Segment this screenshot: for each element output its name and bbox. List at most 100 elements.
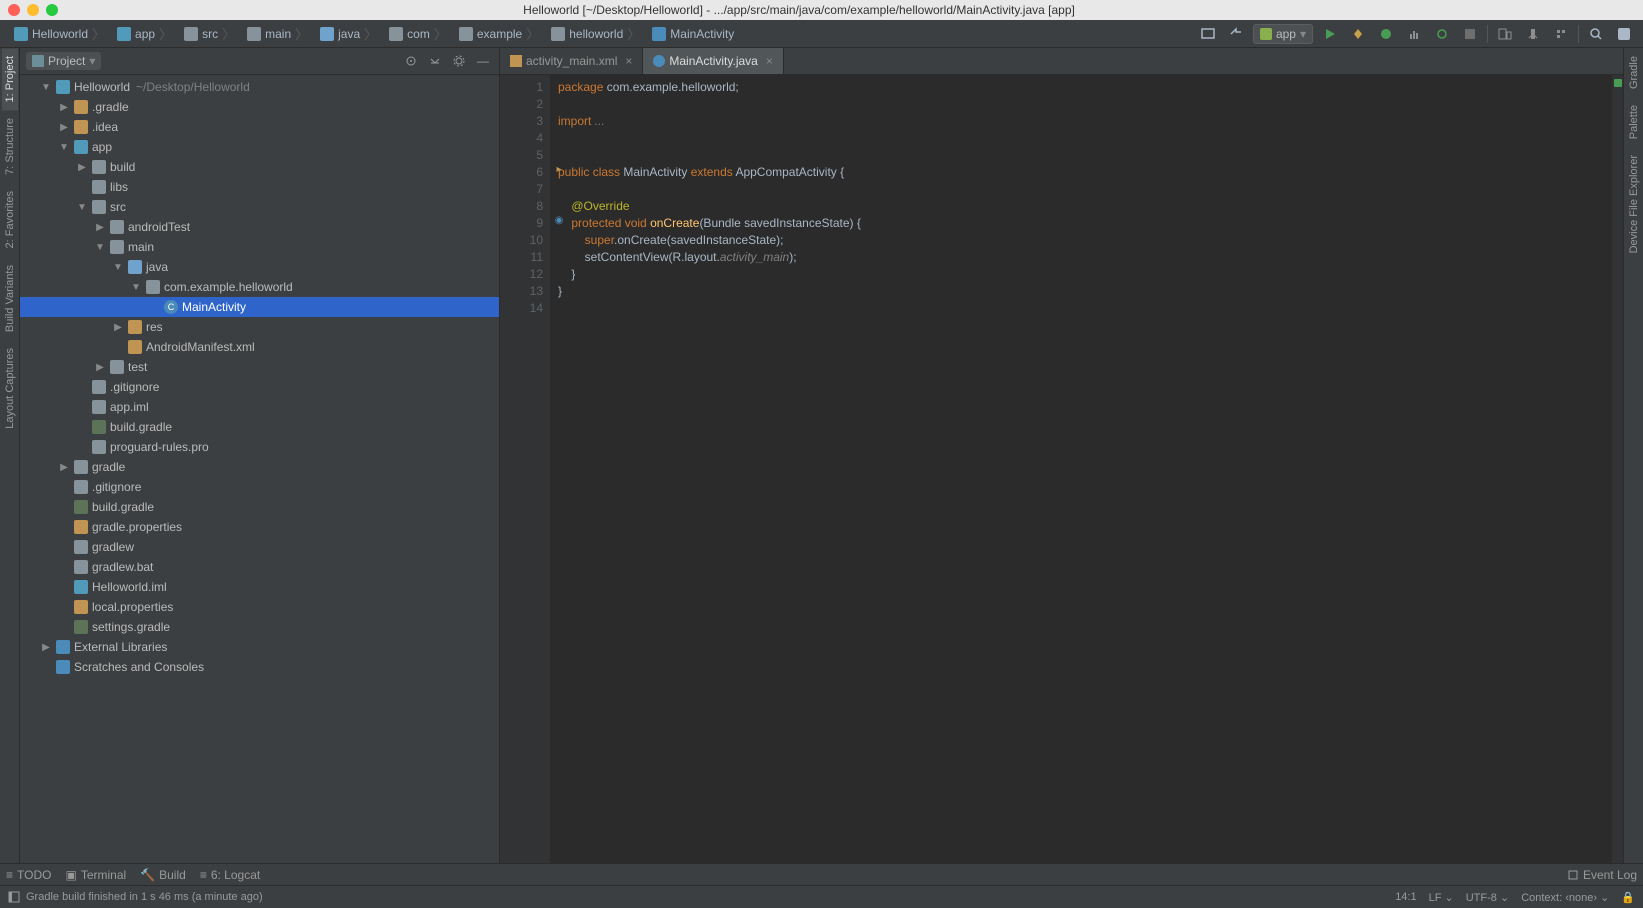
- tree-row[interactable]: ▶.idea: [20, 117, 499, 137]
- tree-row[interactable]: .gitignore: [20, 477, 499, 497]
- tree-row[interactable]: gradlew: [20, 537, 499, 557]
- tree-row[interactable]: app.iml: [20, 397, 499, 417]
- tree-row[interactable]: ▶res: [20, 317, 499, 337]
- tree-row[interactable]: Scratches and Consoles: [20, 657, 499, 677]
- rail-tab[interactable]: 7: Structure: [2, 110, 18, 183]
- breadcrumb-item[interactable]: MainActivity: [646, 27, 744, 41]
- run-config-selector[interactable]: app ▾: [1253, 24, 1313, 44]
- tree-row[interactable]: ▶androidTest: [20, 217, 499, 237]
- rail-tab[interactable]: Device File Explorer: [1626, 147, 1642, 261]
- gear-icon[interactable]: [449, 51, 469, 71]
- tree-row[interactable]: build.gradle: [20, 497, 499, 517]
- event-log-button[interactable]: Event Log: [1567, 868, 1637, 882]
- tree-row[interactable]: gradle.properties: [20, 517, 499, 537]
- breadcrumb-item[interactable]: Helloworld: [8, 24, 111, 43]
- debug-button[interactable]: [1375, 23, 1397, 45]
- tree-row[interactable]: build.gradle: [20, 417, 499, 437]
- tree-row[interactable]: CMainActivity: [20, 297, 499, 317]
- tree-row[interactable]: ▶External Libraries: [20, 637, 499, 657]
- hide-sidebar-button[interactable]: —: [473, 51, 493, 71]
- tree-row[interactable]: proguard-rules.pro: [20, 437, 499, 457]
- breadcrumb-item[interactable]: com: [383, 24, 453, 43]
- tree-row[interactable]: ▼java: [20, 257, 499, 277]
- rail-tab[interactable]: Gradle: [1626, 48, 1642, 97]
- project-tree[interactable]: ▼Helloworld~/Desktop/Helloworld▶.gradle▶…: [20, 75, 499, 863]
- collapse-all-button[interactable]: [425, 51, 445, 71]
- breadcrumb-item[interactable]: java: [314, 24, 383, 43]
- tree-row[interactable]: local.properties: [20, 597, 499, 617]
- locate-button[interactable]: [401, 51, 421, 71]
- context-selector[interactable]: Context: ‹none› ⌄: [1521, 891, 1609, 904]
- sync-icon[interactable]: [1225, 23, 1247, 45]
- tree-row[interactable]: libs: [20, 177, 499, 197]
- android-icon: [1260, 28, 1272, 40]
- editor-marker-rail[interactable]: [1611, 75, 1623, 863]
- window-layout-icon[interactable]: [8, 891, 20, 903]
- rail-tab[interactable]: 2: Favorites: [2, 183, 18, 256]
- tree-row[interactable]: settings.gradle: [20, 617, 499, 637]
- tree-row[interactable]: ▶test: [20, 357, 499, 377]
- attach-debugger-button[interactable]: [1431, 23, 1453, 45]
- bottom-tool-tab[interactable]: ▣Terminal: [65, 868, 126, 882]
- rail-tab[interactable]: 1: Project: [2, 48, 18, 110]
- tree-row[interactable]: ▼Helloworld~/Desktop/Helloworld: [20, 77, 499, 97]
- close-tab-icon[interactable]: ×: [766, 54, 773, 68]
- tree-row[interactable]: ▶gradle: [20, 457, 499, 477]
- settings-button[interactable]: [1613, 23, 1635, 45]
- zoom-window-button[interactable]: [46, 4, 58, 16]
- tree-row[interactable]: AndroidManifest.xml: [20, 337, 499, 357]
- line-gutter[interactable]: 1234567891011121314: [500, 75, 550, 863]
- profile-button[interactable]: [1403, 23, 1425, 45]
- breadcrumb-item[interactable]: main: [241, 24, 314, 43]
- line-separator[interactable]: LF ⌄: [1429, 891, 1454, 904]
- close-window-button[interactable]: [8, 4, 20, 16]
- rail-tab[interactable]: Layout Captures: [2, 340, 18, 437]
- close-tab-icon[interactable]: ×: [625, 54, 632, 68]
- right-tool-rail: GradlePaletteDevice File Explorer: [1623, 48, 1643, 863]
- bottom-tool-tab[interactable]: ≡6: Logcat: [200, 868, 260, 882]
- editor-tab[interactable]: MainActivity.java×: [643, 48, 784, 74]
- gutter-icons: ▸◉: [550, 79, 568, 317]
- left-tool-rail: 1: Project7: Structure2: FavoritesBuild …: [0, 48, 20, 863]
- minimize-window-button[interactable]: [27, 4, 39, 16]
- lock-icon[interactable]: 🔒: [1621, 891, 1635, 904]
- file-encoding[interactable]: UTF-8 ⌄: [1466, 891, 1509, 904]
- breadcrumb-item[interactable]: src: [178, 24, 241, 43]
- sidebar-header: Project ▾ —: [20, 48, 499, 75]
- breadcrumb-item[interactable]: app: [111, 24, 178, 43]
- sdk-manager-button[interactable]: [1522, 23, 1544, 45]
- status-bar: Gradle build finished in 1 s 46 ms (a mi…: [0, 885, 1643, 908]
- chevron-down-icon: ▾: [89, 54, 95, 68]
- run-config-label: app: [1276, 27, 1296, 41]
- tree-row[interactable]: .gitignore: [20, 377, 499, 397]
- tree-row[interactable]: ▼main: [20, 237, 499, 257]
- sidebar-view-selector[interactable]: Project ▾: [26, 52, 101, 70]
- cursor-position[interactable]: 14:1: [1395, 891, 1416, 904]
- structure-button[interactable]: [1550, 23, 1572, 45]
- editor-tab[interactable]: activity_main.xml×: [500, 48, 643, 74]
- cast-icon[interactable]: [1197, 23, 1219, 45]
- tree-row[interactable]: ▼com.example.helloworld: [20, 277, 499, 297]
- rail-tab[interactable]: Palette: [1626, 97, 1642, 147]
- breadcrumb-item[interactable]: example: [453, 24, 545, 43]
- apply-changes-button[interactable]: [1347, 23, 1369, 45]
- bottom-tool-tab[interactable]: 🔨Build: [140, 868, 186, 882]
- code-editor[interactable]: 1234567891011121314 ▸◉ package com.examp…: [500, 75, 1623, 863]
- tree-row[interactable]: ▼app: [20, 137, 499, 157]
- avd-manager-button[interactable]: [1494, 23, 1516, 45]
- tree-row[interactable]: ▶.gradle: [20, 97, 499, 117]
- search-everywhere-button[interactable]: [1585, 23, 1607, 45]
- tree-row[interactable]: gradlew.bat: [20, 557, 499, 577]
- bottom-tool-tab[interactable]: ≡TODO: [6, 868, 51, 882]
- breadcrumb-item[interactable]: helloworld: [545, 24, 646, 43]
- status-message: Gradle build finished in 1 s 46 ms (a mi…: [26, 891, 263, 903]
- breadcrumb-bar: Helloworldappsrcmainjavacomexamplehellow…: [0, 20, 1643, 48]
- rail-tab[interactable]: Build Variants: [2, 257, 18, 340]
- code-content[interactable]: package com.example.helloworld; import .…: [550, 75, 1611, 863]
- tree-row[interactable]: Helloworld.iml: [20, 577, 499, 597]
- tree-row[interactable]: ▶build: [20, 157, 499, 177]
- stop-button[interactable]: [1459, 23, 1481, 45]
- run-button[interactable]: [1319, 23, 1341, 45]
- macos-titlebar: Helloworld [~/Desktop/Helloworld] - .../…: [0, 0, 1643, 20]
- tree-row[interactable]: ▼src: [20, 197, 499, 217]
